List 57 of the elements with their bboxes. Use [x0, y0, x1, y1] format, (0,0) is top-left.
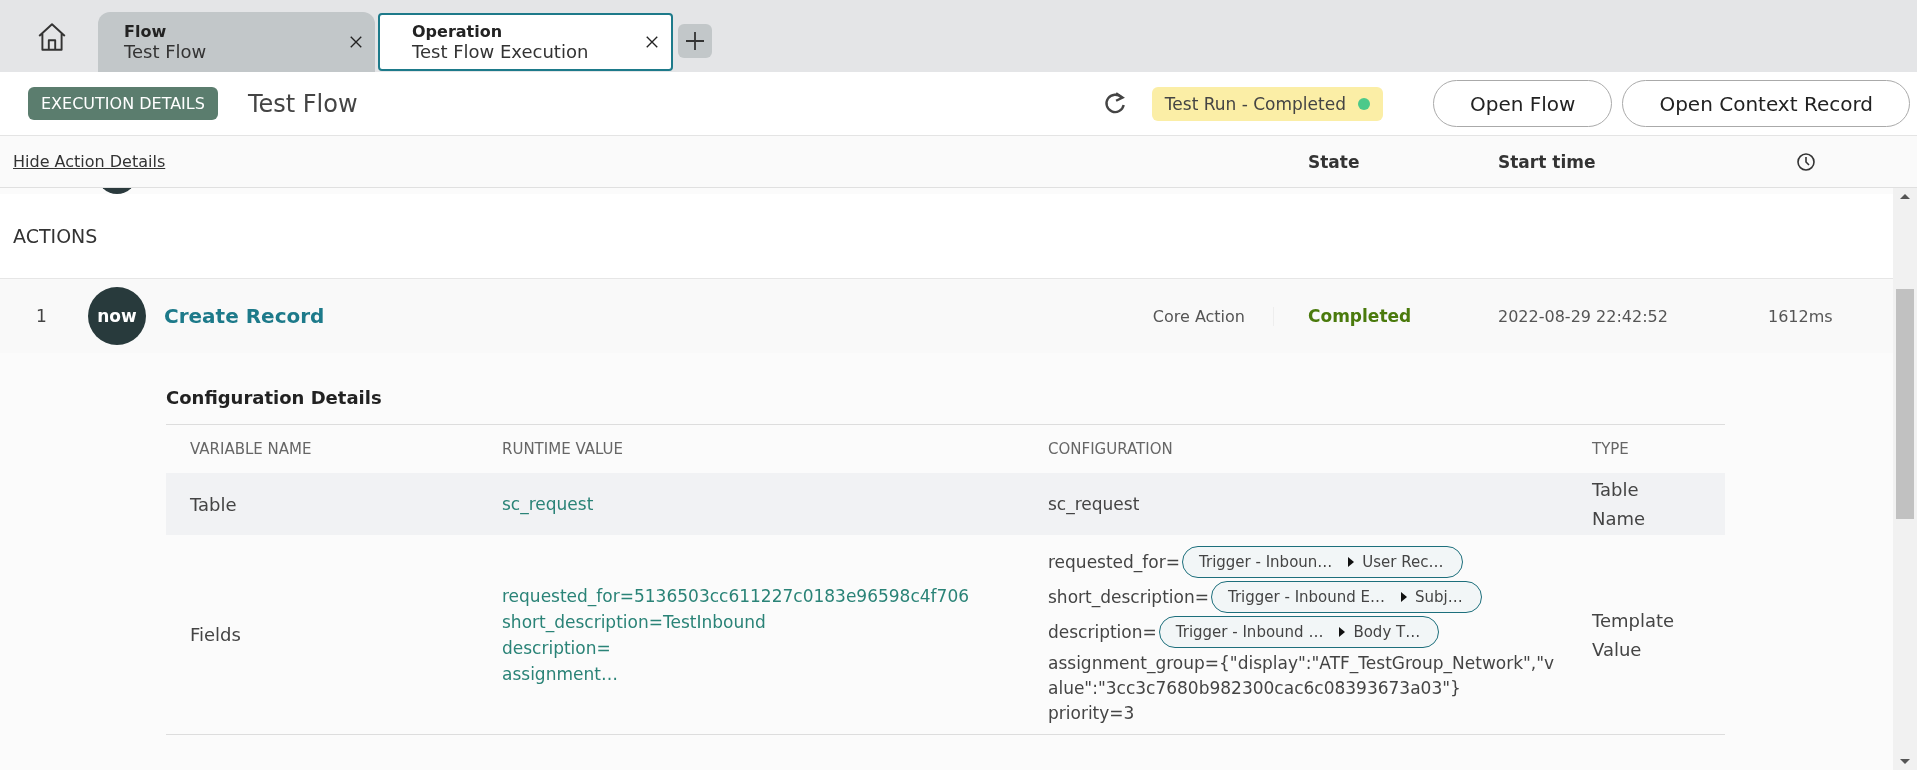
- plus-icon: [685, 31, 705, 51]
- home-icon[interactable]: [36, 21, 68, 53]
- hide-details-link[interactable]: Hide Action Details: [13, 152, 166, 171]
- config-text: priority=3: [1048, 702, 1136, 725]
- flow-title: Test Flow: [247, 89, 358, 118]
- runtime-value: sc_request: [502, 493, 595, 517]
- tab[interactable]: Operation Test Flow Execution: [378, 13, 673, 71]
- column-header: RUNTIME VALUE: [502, 438, 625, 460]
- config-text: sc_request: [1048, 492, 1141, 517]
- tab-title: Operation: [412, 22, 504, 41]
- table-cell-text: Table: [189, 492, 238, 517]
- scroll-up-icon[interactable]: [1900, 194, 1910, 199]
- duration: 1612ms: [1768, 306, 1834, 326]
- runtime-value: description=: [502, 636, 612, 660]
- tab-title: Flow: [124, 22, 168, 41]
- close-icon[interactable]: [349, 35, 363, 49]
- execution-details-badge: EXECUTION DETAILS: [28, 87, 218, 120]
- status-label: Test Run - Completed: [1164, 93, 1346, 114]
- column-header: VARIABLE NAME: [189, 438, 313, 460]
- column-header: CONFIGURATION: [1048, 438, 1174, 460]
- header-button[interactable]: Open Context Record: [1622, 80, 1910, 127]
- data-pill[interactable]: Trigger - Inboun… User Rec…: [1182, 546, 1463, 578]
- section-heading: Configuration Details: [166, 387, 383, 408]
- config-text: description=: [1048, 620, 1157, 644]
- table-cell-text: Template Value: [1592, 608, 1676, 662]
- column-header: TYPE: [1592, 438, 1630, 460]
- scroll-down-icon[interactable]: [1900, 759, 1910, 764]
- header-button[interactable]: Open Flow: [1432, 80, 1613, 127]
- column-header[interactable]: Start time: [1498, 151, 1768, 172]
- runtime-value: requested_for=5136503cc611227c0183e96598c4f706: [502, 584, 971, 609]
- action-name-link[interactable]: Create Record: [164, 304, 1153, 328]
- logo-icon: now: [88, 287, 146, 345]
- config-text: short_description=: [1048, 585, 1209, 610]
- action-state: Completed: [1308, 306, 1413, 326]
- start-time: 2022-08-29 22:42:52: [1498, 306, 1669, 326]
- data-pill[interactable]: Trigger - Inbound … Body T…: [1158, 616, 1440, 648]
- table-cell-text: Fields: [189, 623, 242, 647]
- runtime-value: short_description=TestInbound: [502, 610, 767, 635]
- section-title: ACTIONS: [13, 225, 98, 247]
- tab-subtitle: Test Flow: [124, 41, 208, 62]
- action-type: Core Action: [1152, 306, 1274, 326]
- close-icon[interactable]: [645, 35, 659, 49]
- clock-icon[interactable]: [1796, 151, 1816, 172]
- scrollbar[interactable]: [1893, 188, 1917, 770]
- caret-icon: [1401, 592, 1408, 602]
- data-pill[interactable]: Trigger - Inbound E… Subj…: [1210, 581, 1482, 613]
- tab[interactable]: Flow Test Flow: [98, 12, 375, 72]
- column-header[interactable]: State: [1308, 151, 1498, 172]
- caret-icon: [1348, 557, 1355, 567]
- scroll-thumb[interactable]: [1896, 289, 1914, 519]
- tab-subtitle: Test Flow Execution: [412, 41, 590, 62]
- caret-icon: [1339, 627, 1346, 637]
- config-text: requested_for=: [1048, 550, 1180, 575]
- table-cell-text: Table Name: [1592, 478, 1647, 531]
- row-number: 1: [35, 306, 48, 326]
- add-tab-button[interactable]: [678, 24, 712, 58]
- runtime-value: assignment…: [502, 662, 619, 686]
